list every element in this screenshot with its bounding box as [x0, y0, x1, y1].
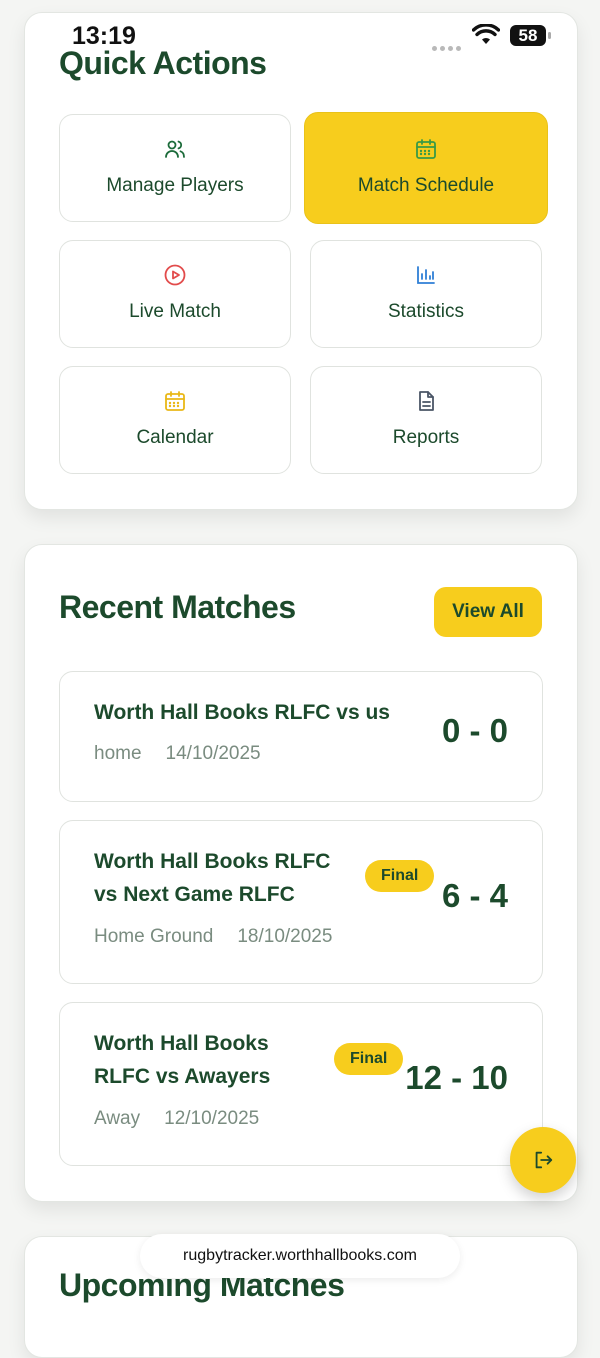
match-venue: home — [94, 743, 142, 764]
calendar-button[interactable]: Calendar — [59, 366, 291, 474]
match-title-line: Worth Hall Books RLFC — [94, 850, 331, 873]
match-score: 6 - 4 — [441, 877, 508, 914]
match-title-line: vs Next Game RLFC — [94, 883, 295, 906]
statistics-button[interactable]: Statistics — [310, 240, 542, 348]
match-meta: Away 12/10/2025 — [94, 1108, 259, 1130]
wifi-icon — [472, 24, 500, 44]
view-all-button[interactable]: View All — [434, 587, 542, 637]
logout-icon — [535, 1151, 553, 1169]
url-bar[interactable]: rugbytracker.worthhallbooks.com — [140, 1234, 460, 1278]
play-circle-icon — [60, 263, 290, 287]
match-card[interactable]: Worth Hall Books RLFC vs us home 14/10/20… — [59, 671, 543, 802]
match-schedule-button[interactable]: Match Schedule — [304, 112, 548, 224]
live-match-button[interactable]: Live Match — [59, 240, 291, 348]
recent-matches-card: Recent Matches View All Worth Hall Books… — [24, 544, 578, 1202]
bar-chart-icon — [311, 263, 541, 287]
calendar-icon — [60, 389, 290, 413]
manage-players-label: Manage Players — [106, 175, 244, 196]
match-title-line: Worth Hall Books — [94, 1032, 269, 1055]
match-title: Worth Hall Books RLFC vs Next Game RLFC — [94, 845, 330, 911]
status-bar: 13:19 58 — [0, 0, 600, 60]
battery-icon: 58 — [510, 25, 551, 46]
match-venue: Away — [94, 1108, 141, 1129]
match-card[interactable]: Worth Hall Books RLFC vs Awayers Final A… — [59, 1002, 543, 1166]
match-title-line: Worth Hall Books RLFC vs us — [94, 701, 390, 724]
status-badge: Final — [334, 1043, 404, 1075]
status-badge: Final — [365, 860, 435, 892]
match-meta: home 14/10/2025 — [94, 743, 261, 765]
match-date: 18/10/2025 — [237, 926, 333, 947]
recent-matches-title: Recent Matches — [59, 589, 296, 625]
match-title: Worth Hall Books RLFC vs us — [94, 696, 390, 729]
quick-actions-card: Quick Actions Manage Players Match Sched… — [24, 12, 578, 510]
calendar-label: Calendar — [136, 427, 214, 448]
match-date: 14/10/2025 — [165, 743, 261, 764]
reports-button[interactable]: Reports — [310, 366, 542, 474]
match-title: Worth Hall Books RLFC vs Awayers — [94, 1027, 270, 1093]
signal-dots-icon — [432, 38, 464, 51]
logout-button[interactable] — [510, 1127, 576, 1193]
match-title-line: RLFC vs Awayers — [94, 1065, 271, 1088]
users-icon — [60, 137, 290, 161]
match-score: 12 - 10 — [405, 1059, 508, 1096]
document-icon — [311, 389, 541, 413]
manage-players-button[interactable]: Manage Players — [59, 114, 291, 222]
match-score: 0 - 0 — [441, 712, 508, 749]
statistics-label: Statistics — [387, 301, 465, 322]
calendar-icon — [305, 137, 547, 161]
status-time: 13:19 — [72, 22, 136, 50]
match-date: 12/10/2025 — [164, 1108, 260, 1129]
live-match-label: Live Match — [129, 301, 221, 322]
match-venue: Home Ground — [94, 926, 214, 947]
match-schedule-label: Match Schedule — [357, 175, 495, 196]
match-meta: Home Ground 18/10/2025 — [94, 926, 332, 948]
match-card[interactable]: Worth Hall Books RLFC vs Next Game RLFC … — [59, 820, 543, 984]
reports-label: Reports — [392, 427, 460, 448]
